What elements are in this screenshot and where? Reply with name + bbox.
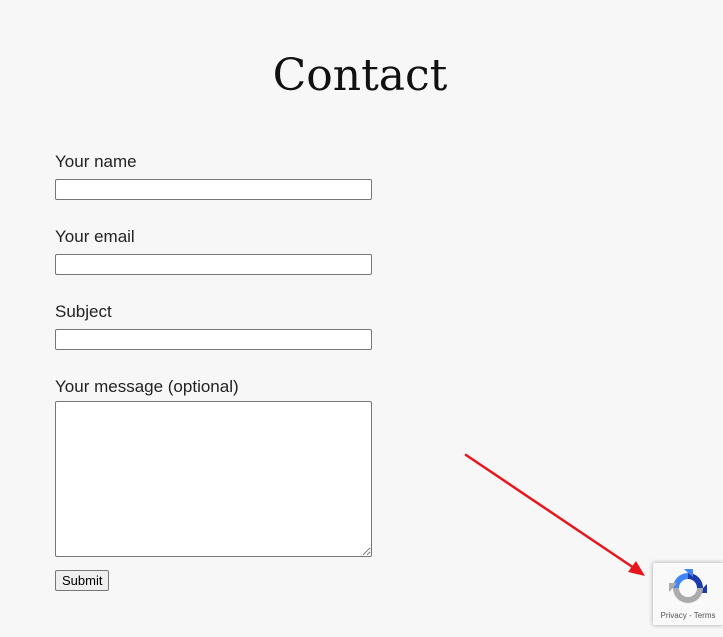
name-input[interactable]	[55, 179, 372, 200]
email-label: Your email	[55, 227, 135, 246]
email-input[interactable]	[55, 254, 372, 275]
message-field-group: Your message (optional)	[55, 377, 375, 557]
arrow-line	[464, 453, 636, 570]
recaptcha-separator: -	[686, 611, 694, 620]
recaptcha-privacy-link[interactable]: Privacy	[661, 611, 687, 620]
recaptcha-terms-link[interactable]: Terms	[694, 611, 716, 620]
message-label: Your message (optional)	[55, 377, 239, 396]
recaptcha-icon	[669, 569, 707, 603]
recaptcha-badge[interactable]: Privacy - Terms	[653, 563, 723, 625]
arrow-head	[628, 561, 645, 576]
subject-input[interactable]	[55, 329, 372, 350]
subject-field-group: Subject	[55, 302, 375, 350]
message-textarea[interactable]	[55, 401, 372, 557]
page-title: Contact	[272, 50, 448, 101]
subject-label: Subject	[55, 302, 112, 321]
recaptcha-links: Privacy - Terms	[653, 611, 723, 620]
name-label: Your name	[55, 152, 137, 171]
contact-form: Your name Your email Subject Your messag…	[55, 152, 375, 557]
submit-button[interactable]: Submit	[55, 570, 110, 591]
email-field-group: Your email	[55, 227, 375, 275]
name-field-group: Your name	[55, 152, 375, 200]
